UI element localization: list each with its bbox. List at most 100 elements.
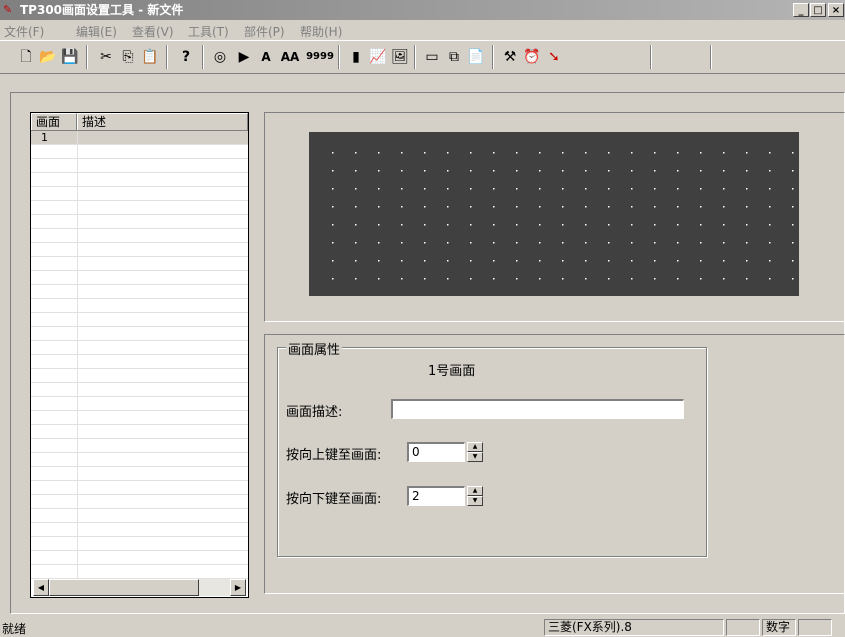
table-row[interactable] (31, 243, 248, 257)
grid-dot (585, 188, 587, 190)
menu-tools[interactable]: 工具(T) (188, 23, 229, 40)
minimize-button[interactable]: _ (793, 3, 809, 17)
table-row[interactable] (31, 565, 248, 579)
table-row[interactable] (31, 467, 248, 481)
text-aa-icon[interactable]: AA (278, 47, 302, 67)
table-row[interactable] (31, 313, 248, 327)
spin-up-icon[interactable]: ▲ (467, 486, 483, 496)
bar-icon[interactable]: ▮ (346, 47, 366, 67)
grid-dot (539, 152, 541, 154)
table-row[interactable] (31, 145, 248, 159)
window-icon[interactable]: ⧉ (444, 47, 464, 67)
grid-dot (631, 224, 633, 226)
table-row[interactable] (31, 551, 248, 565)
grid-dot (332, 206, 334, 208)
help-icon[interactable]: ? (176, 47, 196, 67)
number-display-icon[interactable]: 9999 (306, 47, 334, 67)
toolbar-separator (338, 45, 340, 69)
table-row[interactable] (31, 271, 248, 285)
close-button[interactable]: × (828, 3, 844, 17)
image-icon[interactable]: 🖼 (390, 47, 410, 67)
table-row[interactable] (31, 229, 248, 243)
horizontal-scrollbar[interactable]: ◀ ▶ (33, 579, 246, 596)
table-row[interactable] (31, 537, 248, 551)
description-input[interactable] (391, 399, 684, 419)
arrow-icon[interactable]: ➘ (544, 47, 564, 67)
menu-help[interactable]: 帮助(H) (300, 23, 342, 40)
screen-list[interactable]: 画面 描述 1 ◀ ▶ (30, 112, 249, 598)
screen-preview[interactable] (309, 132, 799, 296)
table-row[interactable] (31, 215, 248, 229)
table-row[interactable] (31, 453, 248, 467)
up-key-spinner[interactable]: ▲ ▼ (467, 442, 483, 462)
text-a-icon[interactable]: A (256, 47, 276, 67)
column-divider (77, 187, 78, 201)
menu-view[interactable]: 查看(V) (132, 23, 174, 40)
new-file-icon[interactable]: 🗋 (16, 47, 36, 67)
grid-dot (677, 278, 679, 280)
grid-dot (401, 260, 403, 262)
table-row[interactable] (31, 201, 248, 215)
target-icon[interactable]: ◎ (210, 47, 230, 67)
table-row[interactable] (31, 159, 248, 173)
column-header-screen[interactable]: 画面 (31, 113, 77, 130)
paste-icon[interactable]: 📋 (140, 47, 160, 67)
grid-dot (470, 278, 472, 280)
grid-dot (631, 278, 633, 280)
table-row[interactable] (31, 299, 248, 313)
table-row[interactable] (31, 173, 248, 187)
table-row[interactable] (31, 523, 248, 537)
grid-dot (516, 278, 518, 280)
run-icon[interactable]: ▶ (234, 47, 254, 67)
table-row[interactable]: 1 (31, 131, 248, 145)
trend-chart-icon[interactable]: 📈 (368, 47, 388, 67)
column-divider (77, 495, 78, 509)
maximize-button[interactable]: □ (810, 3, 826, 17)
table-row[interactable] (31, 439, 248, 453)
table-row[interactable] (31, 369, 248, 383)
table-row[interactable] (31, 341, 248, 355)
grid-dot (447, 224, 449, 226)
table-row[interactable] (31, 425, 248, 439)
table-row[interactable] (31, 481, 248, 495)
menu-file[interactable]: 文件(F) (4, 23, 44, 40)
grid-dot (355, 242, 357, 244)
open-folder-icon[interactable]: 📂 (38, 47, 58, 67)
spin-up-icon[interactable]: ▲ (467, 442, 483, 452)
column-header-description[interactable]: 描述 (77, 113, 248, 130)
frame-icon[interactable]: ▭ (422, 47, 442, 67)
status-numlock: 数字 (762, 619, 796, 636)
cut-icon[interactable]: ✂ (96, 47, 116, 67)
grid-dot (608, 260, 610, 262)
menu-edit[interactable]: 编辑(E) (76, 23, 117, 40)
up-key-input[interactable]: 0 (407, 442, 465, 462)
copy-icon[interactable]: ⎘ (118, 47, 138, 67)
down-key-input[interactable]: 2 (407, 486, 465, 506)
down-key-spinner[interactable]: ▲ ▼ (467, 486, 483, 506)
scroll-thumb[interactable] (49, 579, 199, 596)
table-row[interactable] (31, 509, 248, 523)
alarm-clock-icon[interactable]: ⏰ (522, 47, 542, 67)
column-divider (77, 243, 78, 257)
table-row[interactable] (31, 495, 248, 509)
grid-dot (493, 188, 495, 190)
spin-down-icon[interactable]: ▼ (467, 452, 483, 462)
table-row[interactable] (31, 187, 248, 201)
table-row[interactable] (31, 411, 248, 425)
scroll-right-icon[interactable]: ▶ (230, 579, 246, 596)
table-row[interactable] (31, 397, 248, 411)
grid-dot (562, 260, 564, 262)
table-row[interactable] (31, 355, 248, 369)
spin-down-icon[interactable]: ▼ (467, 496, 483, 506)
document-icon[interactable]: 📄 (466, 47, 486, 67)
menu-parts[interactable]: 部件(P) (244, 23, 285, 40)
save-icon[interactable]: 💾 (60, 47, 80, 67)
table-row[interactable] (31, 257, 248, 271)
table-row[interactable] (31, 383, 248, 397)
grid-dot (654, 224, 656, 226)
tools-icon[interactable]: ⚒ (500, 47, 520, 67)
grid-dot (493, 224, 495, 226)
table-row[interactable] (31, 327, 248, 341)
table-row[interactable] (31, 285, 248, 299)
scroll-left-icon[interactable]: ◀ (33, 579, 49, 596)
